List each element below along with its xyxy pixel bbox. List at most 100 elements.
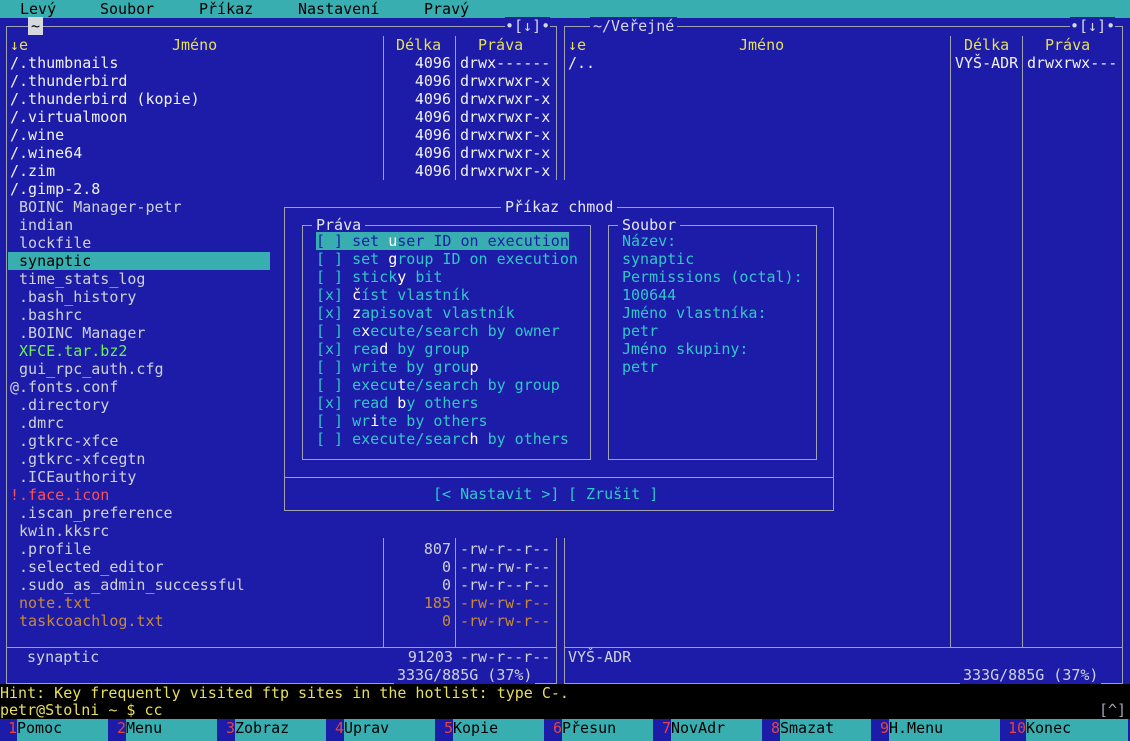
permission-checkbox[interactable]: [ ] set group ID on execution xyxy=(316,250,578,268)
right-col-size[interactable]: Délka xyxy=(964,36,1009,54)
cancel-button[interactable]: [ Zrušit ] xyxy=(568,485,658,503)
right-col-perms[interactable]: Práva xyxy=(1045,36,1090,54)
file-name[interactable]: .dmrc xyxy=(10,414,264,432)
checkbox-label-post: y others xyxy=(406,394,479,412)
fkey-label[interactable]: Menu xyxy=(126,719,217,741)
file-name[interactable]: .ICEauthority xyxy=(10,468,264,486)
fkey-label[interactable]: Uprav xyxy=(344,719,435,741)
permission-checkbox[interactable]: [x] zapisovat vlastník xyxy=(316,304,515,322)
menu-command[interactable]: Příkaz xyxy=(199,0,253,18)
left-col-name[interactable]: Jméno xyxy=(172,36,217,54)
file-row[interactable]: .sudo_as_admin_successful 0 -rw-r--r-- xyxy=(0,576,562,594)
fkey-label[interactable]: Konec xyxy=(1026,719,1128,741)
permission-checkbox[interactable]: [x] číst vlastník xyxy=(316,286,470,304)
file-name[interactable]: XFCE.tar.bz2 xyxy=(10,342,264,360)
file-name[interactable]: .bashrc xyxy=(10,306,264,324)
file-name[interactable]: /.wine64 xyxy=(10,144,264,162)
file-name[interactable]: .directory xyxy=(10,396,264,414)
file-name[interactable]: /.thunderbird (kopie) xyxy=(10,90,264,108)
checkbox-hotkey: y xyxy=(397,268,407,286)
file-row[interactable]: .selected_editor 0 -rw-rw-r-- xyxy=(0,558,562,576)
file-name[interactable]: /.wine xyxy=(10,126,264,144)
permission-checkbox[interactable]: [ ] execute/search by others xyxy=(316,430,569,448)
file-name[interactable]: @.fonts.conf xyxy=(10,378,264,396)
permission-checkbox[interactable]: [ ] execute/search by owner xyxy=(316,322,560,340)
left-panel-controls[interactable]: •[↓]• xyxy=(505,17,551,35)
file-row[interactable]: /.thumbnails 4096 drwx------ xyxy=(0,54,562,72)
right-status-divider xyxy=(564,647,1123,648)
prompt-scroll-marker[interactable]: [^] xyxy=(1099,701,1126,719)
file-name[interactable]: indian xyxy=(10,216,264,234)
file-name[interactable]: /.virtualmoon xyxy=(10,108,264,126)
file-name[interactable]: kwin.kksrc xyxy=(10,522,264,540)
permission-checkbox[interactable]: [ ] execute/search by group xyxy=(316,376,560,394)
file-row[interactable]: .profile 807 -rw-r--r-- xyxy=(0,540,562,558)
menu-right[interactable]: Pravý xyxy=(424,0,469,18)
file-row[interactable]: /.zim 4096 drwxrwxr-x xyxy=(0,162,562,180)
file-name[interactable]: .profile xyxy=(10,540,264,558)
right-col-name[interactable]: Jméno xyxy=(739,36,784,54)
fkey-label[interactable]: NovAdr xyxy=(671,719,762,741)
file-name[interactable]: .bash_history xyxy=(10,288,264,306)
checkbox-box: [ ] xyxy=(316,322,344,340)
menu-settings[interactable]: Nastavení xyxy=(298,0,379,18)
fkey-label[interactable]: Přesun xyxy=(562,719,653,741)
file-name[interactable]: gui_rpc_auth.cfg xyxy=(10,360,264,378)
file-size: 0 xyxy=(441,558,451,576)
fkey-label[interactable]: H.Menu xyxy=(889,719,1000,741)
file-name[interactable]: .BOINC Manager xyxy=(10,324,264,342)
file-name[interactable]: BOINC Manager-petr xyxy=(10,198,264,216)
dialog-button-divider xyxy=(284,477,834,478)
permission-checkbox[interactable]: [ ] write by group xyxy=(316,358,479,376)
file-name[interactable]: .selected_editor xyxy=(10,558,264,576)
right-sort-indicator[interactable]: ↓e xyxy=(568,36,586,54)
permission-checkbox[interactable]: [ ] sticky bit xyxy=(316,268,442,286)
fkey-label[interactable]: Kopie xyxy=(453,719,544,741)
permission-checkbox[interactable]: [ ] write by others xyxy=(316,412,488,430)
file-name[interactable]: !.face.icon xyxy=(10,486,264,504)
function-key-bar: 1 Pomoc 2 Menu 3 Zobraz 4 Uprav 5 Kopie 6 Přesun 7 No… xyxy=(0,719,1130,741)
checkbox-hotkey: g xyxy=(388,250,398,268)
permission-checkbox[interactable]: [x] read by group xyxy=(316,340,470,358)
fkey-label[interactable]: Pomoc xyxy=(17,719,108,741)
file-row[interactable]: /.thunderbird (kopie) 4096 drwxrwxr-x xyxy=(0,90,562,108)
file-name[interactable]: /.thunderbird xyxy=(10,72,264,90)
file-row[interactable]: /.wine64 4096 drwxrwxr-x xyxy=(0,144,562,162)
file-row[interactable]: taskcoachlog.txt 0 -rw-rw-r-- xyxy=(0,612,562,630)
menu-left[interactable]: Levý xyxy=(20,0,56,18)
file-name[interactable]: .gtkrc-xfcegtn xyxy=(10,450,264,468)
file-row[interactable]: /.wine 4096 drwxrwxr-x xyxy=(0,126,562,144)
left-col-size[interactable]: Délka xyxy=(396,36,441,54)
right-parent-dir[interactable]: /.. xyxy=(568,54,595,72)
permission-checkbox[interactable]: [ ] set user ID on execution xyxy=(316,232,569,250)
file-name[interactable]: taskcoachlog.txt xyxy=(10,612,264,630)
file-name[interactable]: note.txt xyxy=(10,594,264,612)
permission-checkbox[interactable]: [x] read by others xyxy=(316,394,479,412)
fkey-number: 8 xyxy=(771,719,781,737)
left-sort-indicator[interactable]: ↓e xyxy=(10,36,28,54)
file-size: 4096 xyxy=(414,162,451,180)
file-row[interactable]: /.thunderbird 4096 drwxrwxr-x xyxy=(0,72,562,90)
right-panel-controls[interactable]: •[↓]• xyxy=(1070,17,1116,35)
file-row[interactable]: /.virtualmoon 4096 drwxrwxr-x xyxy=(0,108,562,126)
left-panel-path[interactable]: ~ xyxy=(28,17,44,35)
file-name[interactable]: .iscan_preference xyxy=(10,504,264,522)
shell-prompt[interactable]: petr@Stolni ~ $ cc xyxy=(0,701,163,719)
set-button[interactable]: [< Nastavit >] xyxy=(433,485,559,503)
file-name[interactable]: synaptic xyxy=(10,252,264,270)
file-info-line: Název: xyxy=(622,232,677,250)
checkbox-label-pre: stick xyxy=(343,268,398,286)
file-name[interactable]: .gtkrc-xfce xyxy=(10,432,264,450)
menu-file[interactable]: Soubor xyxy=(100,0,154,18)
file-row[interactable]: note.txt 185 -rw-rw-r-- xyxy=(0,594,562,612)
right-panel-path[interactable]: ~/Veřejné xyxy=(590,17,678,35)
file-name[interactable]: /.zim xyxy=(10,162,264,180)
file-name[interactable]: /.gimp-2.8 xyxy=(10,180,264,198)
left-col-perms[interactable]: Práva xyxy=(478,36,523,54)
fkey-label[interactable]: Zobraz xyxy=(235,719,326,741)
fkey-label[interactable]: Smazat xyxy=(780,719,871,741)
file-name[interactable]: time_stats_log xyxy=(10,270,264,288)
file-name[interactable]: .sudo_as_admin_successful xyxy=(10,576,264,594)
file-name[interactable]: /.thumbnails xyxy=(10,54,264,72)
file-name[interactable]: lockfile xyxy=(10,234,264,252)
